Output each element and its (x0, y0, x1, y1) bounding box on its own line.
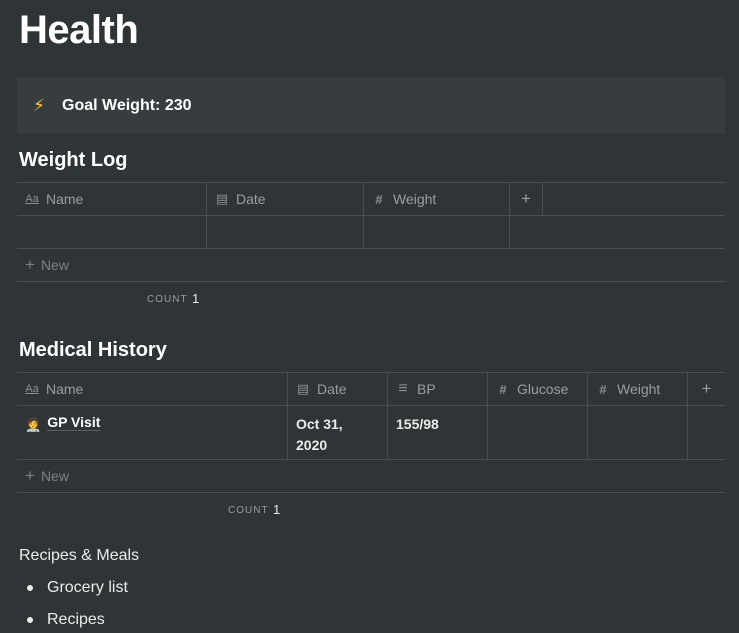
count-value: 1 (192, 291, 200, 306)
goal-callout[interactable]: ⚡ Goal Weight: 230 (17, 77, 725, 134)
column-header-glucose[interactable]: # Glucose (488, 373, 588, 405)
title-icon: Aa (25, 383, 39, 395)
calendar-icon: ▤ (215, 191, 229, 206)
row-title-link[interactable]: GP Visit (47, 414, 101, 431)
column-header-name[interactable]: Aa Name (17, 373, 288, 405)
medical-history-title[interactable]: Medical History (19, 339, 167, 362)
cell-date[interactable]: Oct 31, 2020 (288, 406, 388, 459)
table-row[interactable] (17, 216, 725, 249)
count-row[interactable]: COUNT 1 (17, 493, 725, 525)
list-item[interactable]: Grocery list (27, 572, 128, 604)
recipes-heading: Recipes & Meals (19, 547, 140, 564)
cell-weight[interactable] (588, 406, 688, 459)
cell-name[interactable] (17, 216, 207, 248)
column-label: Date (236, 191, 266, 207)
column-label: BP (417, 381, 436, 397)
add-column-button[interactable]: + (510, 183, 543, 215)
column-header-date[interactable]: ▤ Date (207, 183, 364, 215)
count-label: COUNT (228, 505, 269, 516)
cell-weight[interactable] (364, 216, 510, 248)
cell-date[interactable] (207, 216, 364, 248)
add-column-button[interactable]: + (688, 373, 725, 405)
list-item-label: Recipes (47, 611, 105, 628)
date-line-1: Oct 31, (296, 416, 343, 432)
column-header-date[interactable]: ▤ Date (288, 373, 388, 405)
cell-bp[interactable]: 155/98 (388, 406, 488, 459)
calendar-icon: ▤ (296, 381, 310, 396)
new-label: New (40, 468, 69, 484)
list-item-label: Grocery list (47, 579, 128, 596)
cell-glucose[interactable] (488, 406, 588, 459)
bullet-icon (27, 617, 33, 623)
number-icon: # (499, 381, 507, 397)
number-icon: # (375, 191, 383, 207)
column-label: Weight (617, 381, 661, 397)
plus-icon: + (25, 255, 35, 274)
cell-name[interactable]: 🧑‍⚕️ GP Visit (17, 406, 288, 459)
plus-icon: + (25, 466, 35, 485)
cell-empty (510, 216, 725, 248)
page-title: Health (19, 8, 139, 52)
date-line-2: 2020 (296, 437, 328, 453)
count-label: COUNT (147, 294, 188, 305)
new-row-button[interactable]: + New (17, 460, 725, 493)
column-header-weight[interactable]: # Weight (364, 183, 510, 215)
header-filler (543, 183, 725, 215)
column-header-weight[interactable]: # Weight (588, 373, 688, 405)
list-item[interactable]: Recipes (27, 604, 128, 633)
column-label: Name (46, 191, 84, 207)
callout-text: Goal Weight: 230 (62, 96, 192, 114)
column-label: Name (46, 381, 84, 397)
table-header: Aa Name ▤ Date ≡ BP # Glucose # Weight + (17, 372, 725, 406)
column-label: Date (317, 381, 347, 397)
column-header-name[interactable]: Aa Name (17, 183, 207, 215)
plus-icon: + (701, 379, 712, 398)
count-value: 1 (273, 502, 281, 517)
bullet-icon (27, 585, 33, 591)
new-row-button[interactable]: + New (17, 249, 725, 282)
new-label: New (40, 257, 69, 273)
lightning-icon: ⚡ (33, 95, 45, 115)
title-icon: Aa (25, 193, 39, 205)
weight-log-table: Aa Name ▤ Date # Weight + + New COUNT 1 (17, 182, 725, 314)
weight-log-title[interactable]: Weight Log (19, 149, 128, 172)
bp-value: 155/98 (396, 416, 439, 432)
column-header-bp[interactable]: ≡ BP (388, 373, 488, 405)
count-row[interactable]: COUNT 1 (17, 282, 725, 314)
doctor-icon: 🧑‍⚕️ (25, 417, 42, 432)
cell-empty (688, 406, 725, 459)
table-row[interactable]: 🧑‍⚕️ GP Visit Oct 31, 2020 155/98 (17, 406, 725, 460)
recipes-list: Grocery list Recipes (27, 572, 128, 633)
column-label: Glucose (517, 381, 569, 397)
number-icon: # (599, 381, 607, 397)
plus-icon: + (521, 189, 531, 208)
medical-history-table: Aa Name ▤ Date ≡ BP # Glucose # Weight +… (17, 372, 725, 525)
text-icon: ≡ (398, 380, 408, 397)
table-header: Aa Name ▤ Date # Weight + (17, 182, 725, 216)
column-label: Weight (393, 191, 437, 207)
